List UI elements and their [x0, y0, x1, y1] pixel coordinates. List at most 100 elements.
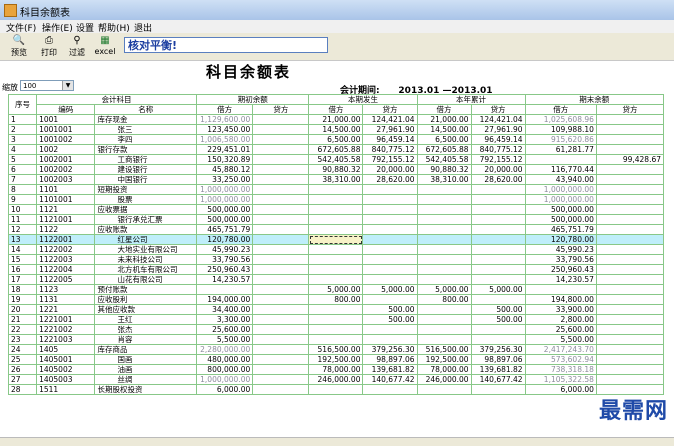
cell-opening-credit[interactable] [252, 174, 310, 185]
cell-closing-debit[interactable]: 120,780.00 [524, 234, 597, 245]
table-row[interactable]: 12 1122 应收账款 465,751.79 465,751.79 [8, 224, 664, 235]
cell-ytd-debit[interactable] [416, 204, 472, 215]
cell-opening-debit[interactable]: 123,450.00 [196, 124, 254, 135]
cell-name[interactable]: 丝绸 [94, 374, 198, 385]
cell-opening-credit[interactable] [252, 224, 310, 235]
table-row[interactable]: 7 1002003 中国银行 33,250.00 38,310.00 28,620.00 3… [8, 174, 664, 185]
cell-ytd-debit[interactable] [416, 334, 472, 345]
cell-current-debit[interactable]: 516,500.00 [308, 344, 364, 355]
cell-opening-debit[interactable]: 1,129,600.00 [196, 114, 254, 125]
cell-ytd-credit[interactable]: 140,677.42 [470, 374, 526, 385]
cell-current-credit[interactable]: 500.00 [362, 314, 418, 325]
cell-opening-credit[interactable] [252, 134, 310, 145]
cell-current-debit[interactable]: 90,880.32 [308, 164, 364, 175]
cell-current-credit[interactable]: 20,000.00 [362, 164, 418, 175]
cell-ytd-credit[interactable]: 500.00 [470, 304, 526, 315]
cell-ytd-credit[interactable] [470, 194, 526, 205]
cell-opening-debit[interactable]: 2,280,000.00 [196, 344, 254, 355]
cell-ytd-credit[interactable] [470, 254, 526, 265]
cell-opening-debit[interactable]: 45,880.12 [196, 164, 254, 175]
cell-seq[interactable]: 15 [8, 254, 38, 265]
cell-closing-credit[interactable] [595, 184, 664, 195]
cell-current-debit[interactable] [308, 184, 364, 195]
cell-closing-debit[interactable]: 43,940.00 [524, 174, 597, 185]
cell-closing-credit[interactable] [595, 334, 664, 345]
cell-current-debit[interactable]: 6,500.00 [308, 134, 364, 145]
cell-name[interactable]: 肖容 [94, 334, 198, 345]
cell-code[interactable]: 1405 [36, 344, 96, 355]
filter-button[interactable]: ⚲ 过滤 [64, 35, 90, 59]
cell-ytd-debit[interactable] [416, 254, 472, 265]
cell-closing-credit[interactable] [595, 234, 664, 245]
cell-seq[interactable]: 27 [8, 374, 38, 385]
cell-current-credit[interactable] [362, 274, 418, 285]
cell-current-credit[interactable]: 139,681.82 [362, 364, 418, 375]
cell-closing-debit[interactable] [524, 154, 597, 165]
cell-seq[interactable]: 19 [8, 294, 38, 305]
cell-closing-debit[interactable]: 500,000.00 [524, 214, 597, 225]
cell-opening-credit[interactable] [252, 364, 310, 375]
cell-code[interactable]: 1121 [36, 204, 96, 215]
cell-ytd-debit[interactable]: 516,500.00 [416, 344, 472, 355]
cell-closing-debit[interactable]: 1,105,322.58 [524, 374, 597, 385]
cell-opening-credit[interactable] [252, 374, 310, 385]
cell-name[interactable]: 库存现金 [94, 114, 198, 125]
cell-closing-credit[interactable] [595, 344, 664, 355]
table-row[interactable]: 17 1122005 山花有限公司 14,230.57 14,230.57 [8, 274, 664, 285]
cell-closing-credit[interactable] [595, 254, 664, 265]
table-row[interactable]: 13 1122001 红星公司 120,780.00 120,780.00 [8, 234, 664, 245]
cell-opening-debit[interactable]: 480,000.00 [196, 354, 254, 365]
cell-seq[interactable]: 2 [8, 124, 38, 135]
cell-seq[interactable]: 8 [8, 184, 38, 195]
cell-current-credit[interactable]: 98,897.06 [362, 354, 418, 365]
cell-current-credit[interactable] [362, 204, 418, 215]
cell-name[interactable]: 短期投资 [94, 184, 198, 195]
cell-closing-debit[interactable]: 61,281.77 [524, 144, 597, 155]
cell-ytd-credit[interactable] [470, 264, 526, 275]
table-row[interactable]: 14 1122002 大地实业有限公司 45,990.23 45,990.23 [8, 244, 664, 255]
cell-closing-debit[interactable]: 45,990.23 [524, 244, 597, 255]
cell-code[interactable]: 1122001 [36, 234, 96, 245]
table-row[interactable]: 19 1131 应收股利 194,000.00 800.00 800.00 194,800.… [8, 294, 664, 305]
cell-ytd-credit[interactable]: 28,620.00 [470, 174, 526, 185]
cell-opening-credit[interactable] [252, 144, 310, 155]
cell-seq[interactable]: 28 [8, 384, 38, 395]
cell-ytd-credit[interactable] [470, 274, 526, 285]
print-button[interactable]: ⎙ 打印 [36, 35, 62, 59]
cell-ytd-credit[interactable] [470, 324, 526, 335]
cell-opening-credit[interactable] [252, 284, 310, 295]
table-row[interactable]: 11 1121001 银行承兑汇票 500,000.00 500,000.00 [8, 214, 664, 225]
cell-ytd-credit[interactable]: 27,961.90 [470, 124, 526, 135]
cell-current-debit[interactable] [308, 204, 364, 215]
cell-ytd-credit[interactable] [470, 244, 526, 255]
cell-current-credit[interactable] [362, 324, 418, 335]
cell-current-debit[interactable]: 672,605.88 [308, 144, 364, 155]
cell-name[interactable]: 中国银行 [94, 174, 198, 185]
cell-opening-debit[interactable] [196, 284, 254, 295]
cell-ytd-debit[interactable] [416, 264, 472, 275]
cell-code[interactable]: 1101001 [36, 194, 96, 205]
cell-code[interactable]: 1221001 [36, 314, 96, 325]
cell-opening-debit[interactable]: 1,000,000.00 [196, 194, 254, 205]
cell-ytd-debit[interactable] [416, 384, 472, 395]
cell-name[interactable]: 应收票据 [94, 204, 198, 215]
cell-current-debit[interactable] [308, 244, 364, 255]
cell-ytd-debit[interactable] [416, 194, 472, 205]
cell-current-debit[interactable] [308, 334, 364, 345]
cell-closing-debit[interactable] [524, 284, 597, 295]
cell-closing-credit[interactable] [595, 264, 664, 275]
cell-current-credit[interactable]: 140,677.42 [362, 374, 418, 385]
cell-current-debit[interactable] [308, 224, 364, 235]
cell-opening-debit[interactable]: 150,320.89 [196, 154, 254, 165]
cell-ytd-credit[interactable] [470, 184, 526, 195]
cell-closing-debit[interactable]: 2,417,243.70 [524, 344, 597, 355]
cell-seq[interactable]: 18 [8, 284, 38, 295]
excel-button[interactable]: ▦ excel [92, 35, 118, 59]
cell-closing-debit[interactable]: 14,230.57 [524, 274, 597, 285]
cell-code[interactable]: 1405003 [36, 374, 96, 385]
table-row[interactable]: 5 1002001 工商银行 150,320.89 542,405.58 792,155.… [8, 154, 664, 165]
cell-code[interactable]: 1002 [36, 144, 96, 155]
cell-opening-credit[interactable] [252, 114, 310, 125]
cell-name[interactable]: 红星公司 [94, 234, 198, 245]
cell-opening-debit[interactable]: 465,751.79 [196, 224, 254, 235]
